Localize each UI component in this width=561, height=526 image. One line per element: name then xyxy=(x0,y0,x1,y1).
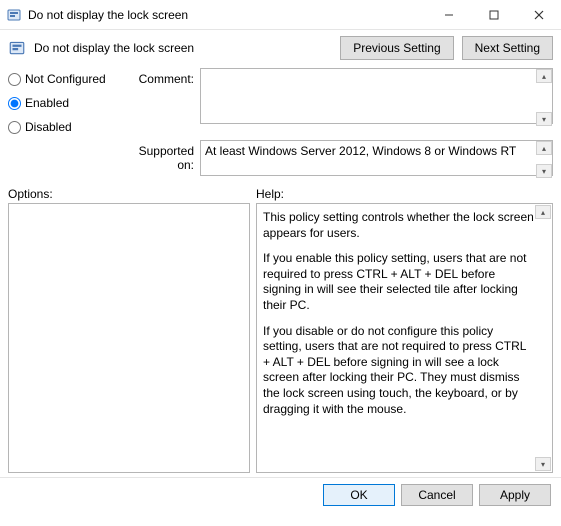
help-paragraph: If you enable this policy setting, users… xyxy=(263,251,534,313)
radio-enabled[interactable]: Enabled xyxy=(8,96,118,110)
help-label: Help: xyxy=(256,187,284,201)
maximize-button[interactable] xyxy=(471,0,516,30)
help-panel: This policy setting controls whether the… xyxy=(256,203,553,473)
supported-on-field xyxy=(200,140,553,176)
panel-labels-row: Options: Help: xyxy=(0,185,561,203)
radio-not-configured[interactable]: Not Configured xyxy=(8,72,118,86)
supported-on-field-wrap: ▴ ▾ xyxy=(200,140,553,179)
policy-icon xyxy=(6,7,22,23)
options-panel xyxy=(8,203,250,473)
scroll-down-icon[interactable]: ▾ xyxy=(536,112,552,126)
footer: OK Cancel Apply xyxy=(0,477,561,512)
help-text: This policy setting controls whether the… xyxy=(257,204,552,433)
radio-label: Disabled xyxy=(25,120,72,134)
policy-icon xyxy=(8,39,26,57)
scroll-down-icon[interactable]: ▾ xyxy=(535,457,551,471)
header-title: Do not display the lock screen xyxy=(34,41,194,55)
help-paragraph: This policy setting controls whether the… xyxy=(263,210,534,241)
config-area: Not Configured Enabled Disabled Comment:… xyxy=(0,64,561,185)
previous-setting-button[interactable]: Previous Setting xyxy=(340,36,453,60)
scroll-down-icon[interactable]: ▾ xyxy=(536,164,552,178)
apply-button[interactable]: Apply xyxy=(479,484,551,506)
scroll-up-icon[interactable]: ▴ xyxy=(536,141,552,155)
radio-label: Enabled xyxy=(25,96,69,110)
state-radio-group: Not Configured Enabled Disabled xyxy=(8,68,118,134)
supported-on-label: Supported on: xyxy=(124,140,194,172)
radio-disabled-input[interactable] xyxy=(8,121,21,134)
minimize-button[interactable] xyxy=(426,0,471,30)
close-button[interactable] xyxy=(516,0,561,30)
panels-row: This policy setting controls whether the… xyxy=(0,203,561,477)
cancel-button[interactable]: Cancel xyxy=(401,484,473,506)
radio-disabled[interactable]: Disabled xyxy=(8,120,118,134)
radio-label: Not Configured xyxy=(25,72,106,86)
options-label: Options: xyxy=(8,187,256,201)
radio-enabled-input[interactable] xyxy=(8,97,21,110)
title-bar: Do not display the lock screen xyxy=(0,0,561,30)
comment-field-wrap: ▴ ▾ xyxy=(200,68,553,127)
scroll-up-icon[interactable]: ▴ xyxy=(535,205,551,219)
radio-not-configured-input[interactable] xyxy=(8,73,21,86)
ok-button[interactable]: OK xyxy=(323,484,395,506)
help-paragraph: If you disable or do not configure this … xyxy=(263,324,534,418)
header-row: Do not display the lock screen Previous … xyxy=(0,30,561,64)
scroll-up-icon[interactable]: ▴ xyxy=(536,69,552,83)
comment-field[interactable] xyxy=(200,68,553,124)
next-setting-button[interactable]: Next Setting xyxy=(462,36,553,60)
window-title: Do not display the lock screen xyxy=(28,8,188,22)
comment-label: Comment: xyxy=(124,68,194,86)
